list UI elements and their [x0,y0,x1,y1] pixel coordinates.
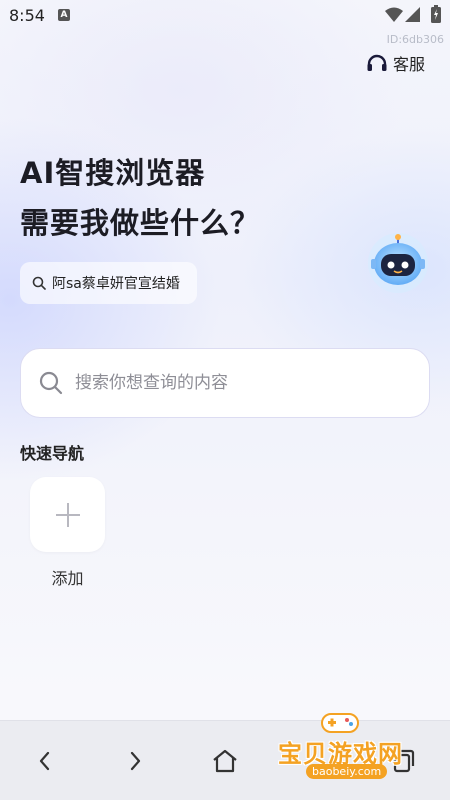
home-icon [213,749,237,773]
customer-service-button[interactable]: 客服 [367,52,425,74]
add-shortcut-button[interactable] [30,477,105,552]
status-bar: 8:54 A [0,0,450,30]
hot-search-label: 阿sa蔡卓妍官宣结婚 [52,276,180,292]
search-icon [32,276,46,290]
forward-icon [130,751,141,771]
search-box[interactable] [20,348,430,418]
hot-search-chip[interactable]: 阿sa蔡卓妍官宣结婚 [20,262,197,304]
hero-title-line1: AI智搜浏览器 [20,156,206,190]
home-button[interactable] [205,743,245,779]
user-id-label: ID:6db306 [386,33,444,46]
a-letter-icon: A [58,9,70,21]
browser-home-screen: 8:54 A ID:6db306 客服 AI智搜浏览器 需要我做些什么？ 阿sa… [0,0,450,800]
robot-assistant-icon[interactable] [365,230,431,294]
back-button[interactable] [25,743,65,779]
hero-title-line2: 需要我做些什么？ [20,206,261,240]
status-time: 8:54 [9,6,45,25]
search-input[interactable] [75,373,395,393]
watermark: 宝贝游戏网 baobeiy.com [272,708,422,788]
wifi-icon [385,7,403,22]
battery-icon [431,5,441,23]
quick-nav-title: 快速导航 [20,444,85,463]
gamepad-icon [321,713,359,733]
signal-icon [405,7,420,22]
forward-button[interactable] [115,743,155,779]
watermark-url: baobeiy.com [306,764,388,779]
customer-service-label: 客服 [393,55,426,74]
add-shortcut-label: 添加 [51,569,84,588]
headset-icon [367,54,387,71]
back-icon [39,751,50,771]
plus-icon [55,502,80,527]
search-icon [39,371,63,395]
